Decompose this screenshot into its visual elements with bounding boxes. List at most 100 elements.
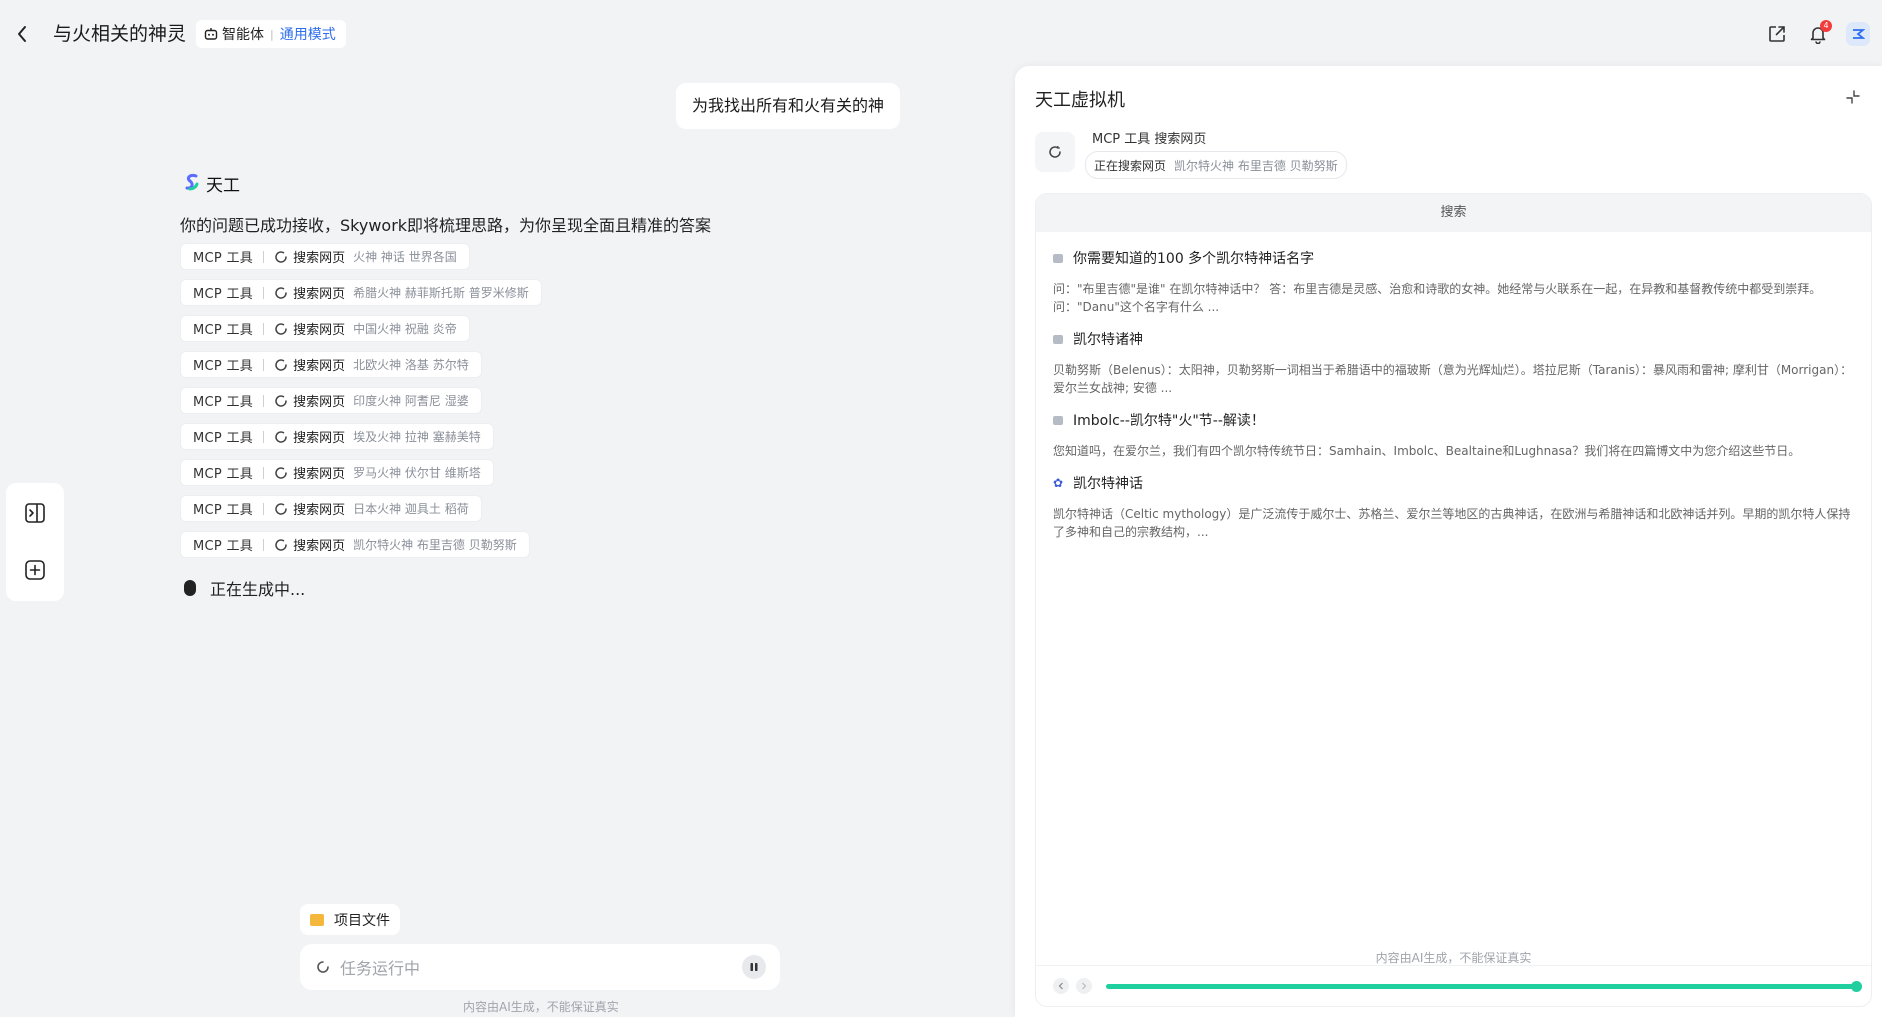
result-title[interactable]: 你需要知道的100 多个凯尔特神话名字 <box>1073 248 1314 268</box>
loading-icon <box>275 358 287 371</box>
tool-action: 搜索网页 <box>293 431 346 446</box>
plus-square-icon <box>25 560 45 580</box>
generating-text: 正在生成中... <box>210 580 306 599</box>
assistant-message: 你的问题已成功接收，Skywork即将梳理思路，为你呈现全面且精准的答案 <box>180 216 712 235</box>
tool-call-chip[interactable]: MCP 工具 搜索网页 埃及火神 拉神 塞赫美特 <box>180 423 494 450</box>
task-input[interactable] <box>338 956 722 980</box>
tool-call-chip[interactable]: MCP 工具 搜索网页 罗马火神 伏尔甘 维斯塔 <box>180 459 494 486</box>
next-step-button[interactable] <box>1076 978 1092 994</box>
tool-action: 搜索网页 <box>293 395 346 410</box>
generating-dot-icon <box>184 580 196 596</box>
loading-icon <box>275 286 287 299</box>
pause-button[interactable] <box>742 955 766 979</box>
divider <box>263 286 265 299</box>
mode-label[interactable]: 通用模式 <box>280 24 336 44</box>
result-snippet: 问："布里吉德"是谁" 在凯尔特神话中？ 答：布里吉德是灵感、治愈和诗歌的女神。… <box>1053 282 1822 314</box>
tool-call-chip[interactable]: MCP 工具 搜索网页 中国火神 祝融 炎帝 <box>180 315 470 342</box>
tool-query: 日本火神 迦具土 稻荷 <box>353 502 469 516</box>
tool-action: 搜索网页 <box>293 287 346 302</box>
tool-name: MCP 工具 <box>193 503 254 518</box>
chevron-left-icon <box>1058 982 1063 990</box>
generating-status: 正在生成中... <box>184 576 305 600</box>
divider <box>263 322 265 335</box>
tool-query: 印度火神 阿耆尼 湿婆 <box>353 394 469 408</box>
previous-step-button[interactable] <box>1053 978 1069 994</box>
vm-status-query: 凯尔特火神 布里吉德 贝勒努斯 <box>1174 158 1338 173</box>
result-snippet: 您知道吗，在爱尔兰，我们有四个凯尔特传统节日：Samhain、Imbolc、Be… <box>1053 444 1801 458</box>
loading-icon <box>275 394 287 407</box>
task-input-box <box>300 944 780 990</box>
pause-icon <box>750 963 758 971</box>
tool-action: 搜索网页 <box>293 503 346 518</box>
vm-title: 天工虚拟机 <box>1035 90 1125 111</box>
avatar[interactable] <box>1846 22 1870 46</box>
baidu-paw-icon: ✿ <box>1053 476 1064 490</box>
result-title[interactable]: 凯尔特神话 <box>1073 473 1143 493</box>
tool-name: MCP 工具 <box>193 287 254 302</box>
tool-action: 搜索网页 <box>293 539 346 554</box>
tool-name: MCP 工具 <box>193 251 254 266</box>
progress-fill <box>1106 984 1857 989</box>
virtual-machine-panel: 天工虚拟机 MCP 工具 搜索网页 正在搜索网页 凯尔特火神 布里吉德 贝勒努斯… <box>1015 66 1882 1017</box>
chevron-right-icon <box>1082 982 1087 990</box>
tool-query: 中国火神 祝融 炎帝 <box>353 322 457 336</box>
progress-track[interactable] <box>1106 981 1862 992</box>
result-title[interactable]: 凯尔特诸神 <box>1073 329 1143 349</box>
badge-separator: | <box>270 27 274 41</box>
tool-query: 罗马火神 伏尔甘 维斯塔 <box>353 466 481 480</box>
tool-name: MCP 工具 <box>193 539 254 554</box>
tool-call-chip[interactable]: MCP 工具 搜索网页 火神 神话 世界各国 <box>180 243 470 270</box>
collapse-panel-button[interactable] <box>1842 86 1864 108</box>
assistant-name: 天工 <box>206 176 240 196</box>
tool-query: 火神 神话 世界各国 <box>353 250 457 264</box>
progress-handle[interactable] <box>1851 981 1862 992</box>
share-button[interactable] <box>1763 20 1791 48</box>
browser-tab[interactable]: 搜索 <box>1036 194 1871 232</box>
vm-ai-disclaimer: 内容由AI生成，不能保证真实 <box>1375 951 1532 965</box>
folder-icon <box>310 913 324 926</box>
minimize-icon <box>1846 90 1860 104</box>
site-favicon-icon <box>1053 334 1063 344</box>
divider <box>263 358 265 371</box>
new-task-button[interactable] <box>21 556 49 584</box>
notification-count-badge: 4 <box>1820 20 1832 32</box>
loading-icon <box>275 466 287 479</box>
notifications-button[interactable]: 4 <box>1804 20 1832 48</box>
tool-call-chip[interactable]: MCP 工具 搜索网页 凯尔特火神 布里吉德 贝勒努斯 <box>180 531 530 558</box>
tool-name: MCP 工具 <box>193 467 254 482</box>
agent-label: 智能体 <box>222 27 264 43</box>
share-icon <box>1769 26 1785 42</box>
tool-call-chip[interactable]: MCP 工具 搜索网页 印度火神 阿耆尼 湿婆 <box>180 387 482 414</box>
mode-badge[interactable]: 智能体 | 通用模式 <box>196 20 346 48</box>
divider <box>263 430 265 443</box>
search-result[interactable]: Imbolc--凯尔特"火"节--解读！ 您知道吗，在爱尔兰，我们有四个凯尔特传… <box>1053 410 1853 460</box>
browser-view: 搜索 你需要知道的100 多个凯尔特神话名字 问："布里吉德"是谁" 在凯尔特神… <box>1035 193 1872 1007</box>
search-result[interactable]: 凯尔特诸神 贝勒努斯（Belenus）：太阳神，贝勒努斯一词相当于希腊语中的福玻… <box>1053 329 1853 397</box>
robot-icon <box>204 28 218 40</box>
playback-bar <box>1036 965 1871 1006</box>
divider <box>263 466 265 479</box>
search-result[interactable]: 你需要知道的100 多个凯尔特神话名字 问："布里吉德"是谁" 在凯尔特神话中？… <box>1053 248 1853 316</box>
page-title: 与火相关的神灵 <box>53 23 187 45</box>
tool-call-chip[interactable]: MCP 工具 搜索网页 希腊火神 赫菲斯托斯 普罗米修斯 <box>180 279 542 306</box>
back-button[interactable] <box>10 22 34 46</box>
search-result[interactable]: ✿ 凯尔特神话 凯尔特神话（Celtic mythology）是广泛流传于威尔士、… <box>1053 473 1853 541</box>
tool-query: 北欧火神 洛基 苏尔特 <box>353 358 469 372</box>
refresh-icon <box>1049 146 1061 158</box>
tool-call-chip[interactable]: MCP 工具 搜索网页 北欧火神 洛基 苏尔特 <box>180 351 482 378</box>
tool-name: MCP 工具 <box>193 395 254 410</box>
chevron-left-icon <box>18 26 26 42</box>
vm-status-chip: 正在搜索网页 凯尔特火神 布里吉德 贝勒努斯 <box>1085 151 1347 179</box>
sidebar-expand-icon <box>25 503 45 523</box>
tool-action: 搜索网页 <box>293 467 346 482</box>
vm-status-text: 正在搜索网页 <box>1094 158 1167 173</box>
tool-call-chip[interactable]: MCP 工具 搜索网页 日本火神 迦具土 稻荷 <box>180 495 482 522</box>
ai-disclaimer: 内容由AI生成，不能保证真实 <box>463 1000 619 1014</box>
result-title[interactable]: Imbolc--凯尔特"火"节--解读！ <box>1073 410 1265 430</box>
toggle-sidebar-button[interactable] <box>21 499 49 527</box>
tool-action: 搜索网页 <box>293 251 346 266</box>
project-files-button[interactable]: 项目文件 <box>300 904 400 935</box>
loading-icon <box>275 430 287 443</box>
result-snippet: 贝勒努斯（Belenus）：太阳神，贝勒努斯一词相当于希腊语中的福玻斯（意为光辉… <box>1053 363 1853 395</box>
loading-icon <box>275 502 287 515</box>
